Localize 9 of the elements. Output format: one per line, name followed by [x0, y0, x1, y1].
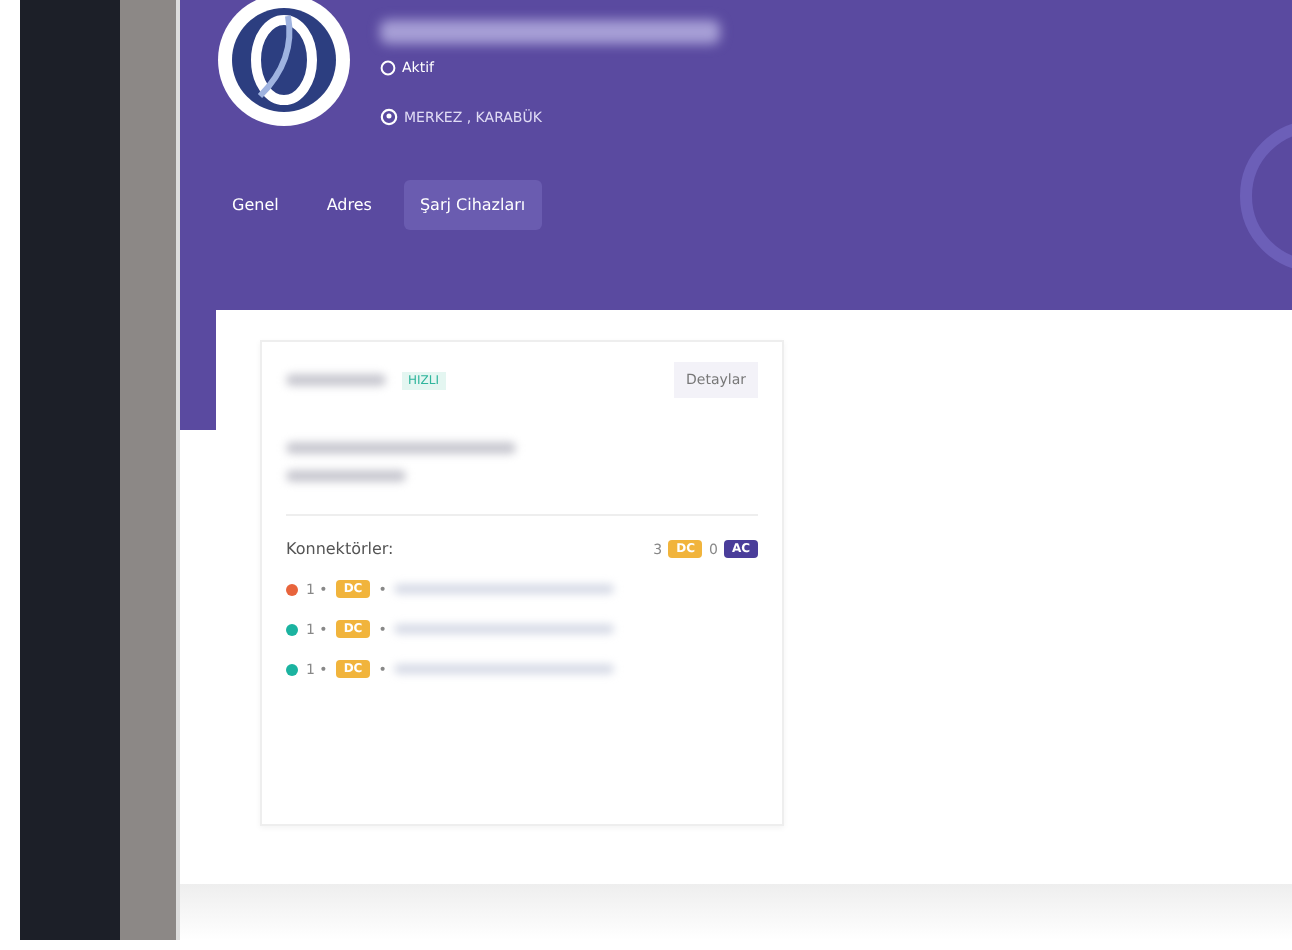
- connectors-label: Konnektörler:: [286, 540, 394, 558]
- redacted-model: [286, 470, 406, 482]
- logo-icon: [216, 0, 352, 128]
- tab[interactable]: Genel: [216, 180, 295, 230]
- redacted-id: [286, 374, 386, 386]
- location-pin-icon: [380, 108, 398, 126]
- tab[interactable]: Adres: [310, 180, 388, 230]
- tab[interactable]: Şarj Cihazları: [403, 180, 542, 230]
- check-circle-icon: [380, 60, 396, 76]
